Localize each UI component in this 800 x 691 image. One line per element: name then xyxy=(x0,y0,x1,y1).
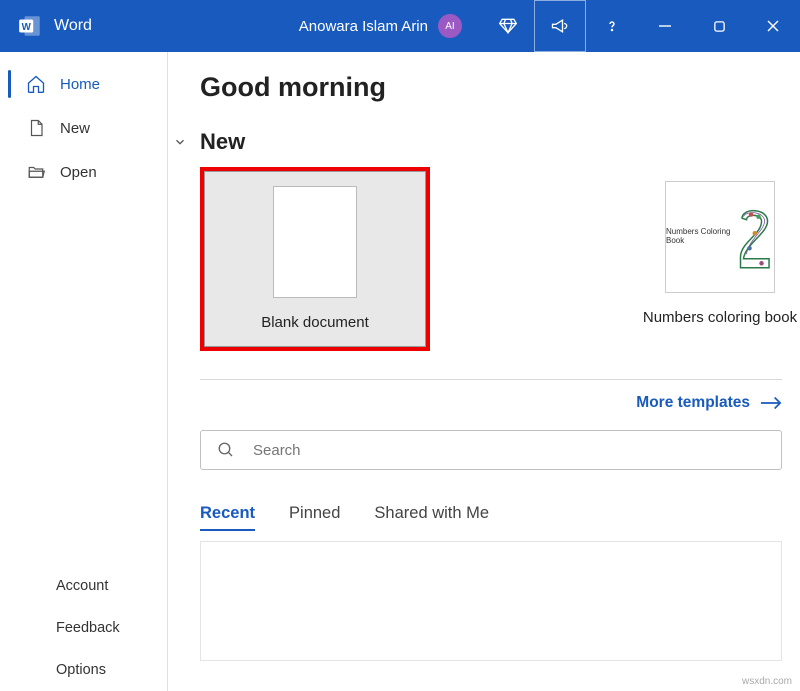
more-templates-label: More templates xyxy=(636,394,750,412)
home-icon xyxy=(26,74,46,94)
close-button[interactable] xyxy=(746,0,800,52)
folder-icon xyxy=(26,162,46,182)
tab-label: Pinned xyxy=(289,504,340,522)
main-content: Good morning New Blank document Numbers … xyxy=(168,52,800,691)
sidebar-item-label: Home xyxy=(60,76,100,93)
more-templates-link[interactable]: More templates xyxy=(200,394,782,412)
blank-page-thumbnail xyxy=(273,186,357,298)
sidebar-item-feedback[interactable]: Feedback xyxy=(0,607,167,649)
word-logo-icon: W xyxy=(16,12,44,40)
section-title: New xyxy=(200,129,245,155)
recent-documents-area xyxy=(200,541,782,661)
tab-pinned[interactable]: Pinned xyxy=(289,504,340,531)
watermark: wsxdn.com xyxy=(742,676,792,687)
app-name: Word xyxy=(54,17,92,35)
sidebar-item-open[interactable]: Open xyxy=(0,150,167,194)
template-label: Blank document xyxy=(261,314,369,331)
template-numbers-coloring-book[interactable]: Numbers Coloring Book Numbers coloring b… xyxy=(630,167,800,351)
search-icon xyxy=(217,441,235,459)
diamond-icon[interactable] xyxy=(482,0,534,52)
megaphone-icon[interactable] xyxy=(534,0,586,52)
user-account[interactable]: Anowara Islam Arin AI xyxy=(299,14,462,38)
maximize-button[interactable] xyxy=(692,0,746,52)
user-name: Anowara Islam Arin xyxy=(299,18,428,35)
titlebar: W Word Anowara Islam Arin AI xyxy=(0,0,800,52)
sidebar-item-label: Account xyxy=(56,578,108,594)
svg-text:W: W xyxy=(22,22,32,33)
chevron-down-icon xyxy=(170,132,190,152)
sidebar-item-label: Options xyxy=(56,662,106,678)
help-icon[interactable] xyxy=(586,0,638,52)
sidebar: Home New Open Account Feedback Options xyxy=(0,52,168,691)
sidebar-item-label: Open xyxy=(60,164,97,181)
minimize-button[interactable] xyxy=(638,0,692,52)
number-two-icon xyxy=(736,192,774,282)
tab-recent[interactable]: Recent xyxy=(200,504,255,531)
sidebar-item-account[interactable]: Account xyxy=(0,565,167,607)
thumbnail-text: Numbers Coloring Book xyxy=(666,228,732,246)
sidebar-item-label: Feedback xyxy=(56,620,120,636)
template-label: Numbers coloring book xyxy=(643,309,797,326)
sidebar-item-options[interactable]: Options xyxy=(0,649,167,691)
greeting: Good morning xyxy=(200,72,782,103)
coloring-book-thumbnail: Numbers Coloring Book xyxy=(665,181,775,293)
tab-shared-with-me[interactable]: Shared with Me xyxy=(374,504,489,531)
search-box[interactable] xyxy=(200,430,782,470)
arrow-right-icon xyxy=(760,396,782,410)
avatar: AI xyxy=(438,14,462,38)
template-blank-document[interactable]: Blank document xyxy=(200,167,430,351)
recent-tabs: Recent Pinned Shared with Me xyxy=(200,504,782,531)
new-section-header[interactable]: New xyxy=(170,129,782,155)
tab-label: Recent xyxy=(200,504,255,522)
search-input[interactable] xyxy=(253,442,765,459)
tab-label: Shared with Me xyxy=(374,504,489,522)
sidebar-item-label: New xyxy=(60,120,90,137)
sidebar-item-new[interactable]: New xyxy=(0,106,167,150)
document-icon xyxy=(26,118,46,138)
sidebar-item-home[interactable]: Home xyxy=(0,62,167,106)
